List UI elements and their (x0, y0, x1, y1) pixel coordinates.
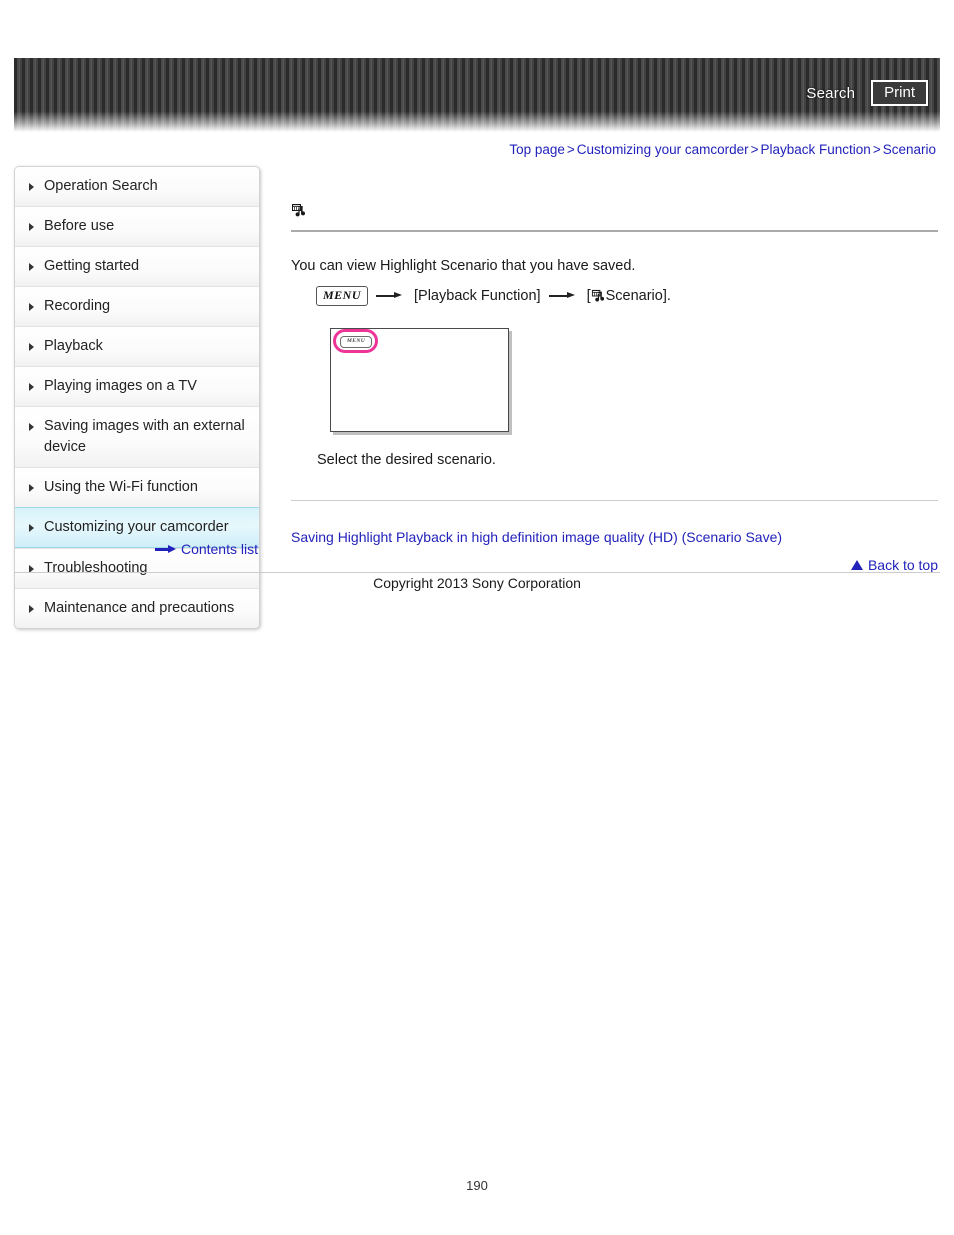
sidebar-item-using-the-wi-fi-function[interactable]: Using the Wi-Fi function (15, 467, 259, 508)
back-to-top-link[interactable]: Back to top (868, 557, 938, 573)
sidebar-item-recording[interactable]: Recording (15, 286, 259, 327)
related-topic-link[interactable]: Saving Highlight Playback in high defini… (291, 529, 938, 545)
chevron-right-icon (29, 605, 34, 614)
menu-path: MENU [Playback Function] [ Scenario]. (316, 286, 938, 306)
highlight-scenario-icon (591, 289, 606, 304)
search-button[interactable]: Search (802, 83, 859, 104)
camcorder-screen-illustration: MENU (330, 328, 511, 434)
header-stripe-pattern (14, 58, 940, 132)
sidebar-item-label: Before use (44, 218, 115, 235)
print-button[interactable]: Print (871, 80, 928, 106)
sidebar-item-label: Using the Wi-Fi function (44, 479, 198, 496)
screen-frame: MENU (330, 328, 509, 432)
content-divider (291, 500, 938, 501)
breadcrumb-separator: > (566, 142, 575, 157)
contents-list-link[interactable]: Contents list (181, 541, 258, 557)
header-controls: Search Print (802, 80, 928, 106)
chevron-right-icon (29, 484, 34, 493)
sidebar-item-getting-started[interactable]: Getting started (15, 246, 259, 287)
sidebar-item-label: Playing images on a TV (44, 378, 197, 395)
sidebar-item-saving-images-with-an-external-device[interactable]: Saving images with an external device (15, 406, 259, 468)
breadcrumb-item-playback-function[interactable]: Playback Function (761, 142, 871, 157)
breadcrumb-separator: > (750, 142, 759, 157)
menu-path-step-2-label: Scenario]. (605, 288, 671, 304)
chevron-right-icon (29, 423, 34, 432)
copyright-text: Copyright 2013 Sony Corporation (373, 575, 581, 591)
sidebar-item-label: Customizing your camcorder (44, 519, 229, 536)
chevron-right-icon (29, 524, 34, 533)
sidebar-nav: Operation Search Before use Getting star… (14, 166, 260, 630)
chevron-right-icon (29, 383, 34, 392)
highlight-scenario-icon (291, 203, 306, 218)
breadcrumb-item-customizing-your-camcorder[interactable]: Customizing your camcorder (577, 142, 749, 157)
menu-button-chip[interactable]: MENU (316, 286, 369, 306)
intro-text: You can view Highlight Scenario that you… (291, 258, 636, 274)
arrow-right-icon (154, 544, 177, 554)
sidebar-item-playing-images-on-a-tv[interactable]: Playing images on a TV (15, 366, 259, 407)
page-number: 190 (466, 1178, 488, 1193)
chevron-right-icon (29, 223, 34, 232)
sidebar-item-label: Maintenance and precautions (44, 600, 235, 617)
sidebar-item-maintenance-and-precautions[interactable]: Maintenance and precautions (15, 588, 259, 629)
chevron-right-icon (29, 303, 34, 312)
header-banner: Search Print (14, 58, 940, 132)
back-to-top-row: Back to top (291, 557, 938, 573)
chevron-right-icon (29, 343, 34, 352)
sidebar-item-playback[interactable]: Playback (15, 326, 259, 367)
footer-divider (14, 572, 940, 573)
sidebar-item-label: Playback (44, 338, 103, 355)
breadcrumb-separator: > (872, 142, 881, 157)
sidebar-item-label: Saving images with an external device (44, 418, 245, 456)
illustration-menu-button[interactable]: MENU (340, 336, 373, 348)
arrow-right-icon (548, 290, 579, 302)
breadcrumb-item-scenario[interactable]: Scenario (883, 142, 936, 157)
page-title (291, 196, 938, 224)
title-divider (291, 230, 938, 232)
arrow-right-icon (376, 290, 406, 302)
sidebar-item-label: Getting started (44, 258, 140, 275)
sidebar-item-before-use[interactable]: Before use (15, 206, 259, 247)
breadcrumb: Top page > Customizing your camcorder > Play… (509, 142, 936, 157)
triangle-up-icon (850, 560, 863, 570)
chevron-right-icon (29, 183, 34, 191)
select-caption: Select the desired scenario. (317, 452, 496, 468)
contents-list-row: Contents list (14, 541, 258, 557)
sidebar-item-operation-search[interactable]: Operation Search (15, 167, 259, 207)
menu-path-step-1: [Playback Function] (414, 288, 541, 304)
sidebar-item-label: Operation Search (44, 178, 158, 194)
sidebar-item-label: Recording (44, 298, 111, 315)
breadcrumb-item-top-page[interactable]: Top page (509, 142, 565, 157)
chevron-right-icon (29, 263, 34, 272)
main-content: You can view Highlight Scenario that you… (291, 196, 938, 573)
